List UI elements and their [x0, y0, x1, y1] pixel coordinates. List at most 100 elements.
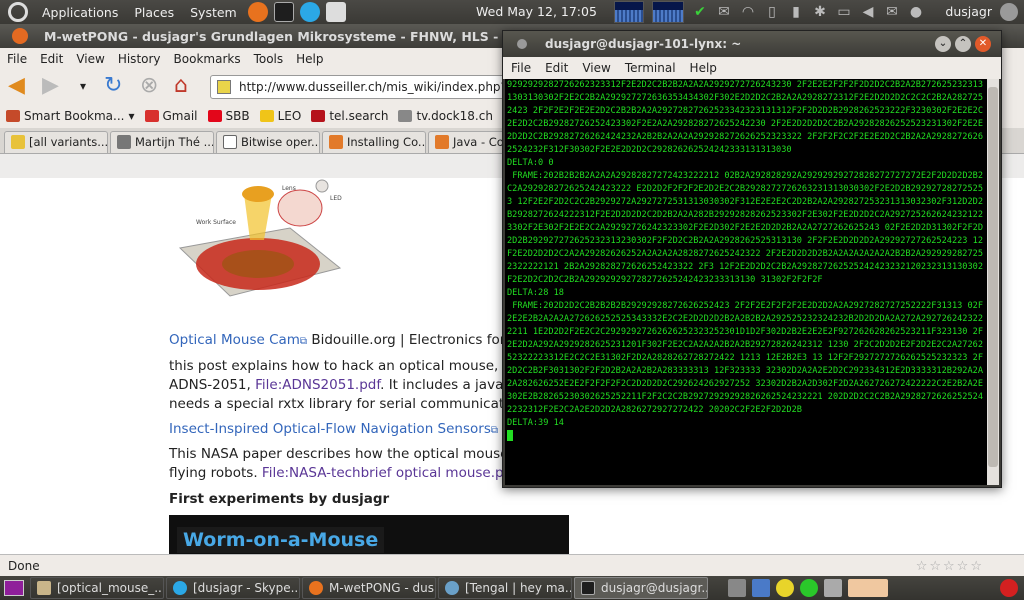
show-desktop-icon[interactable] [4, 580, 24, 596]
tab-installing[interactable]: Installing Co... [322, 131, 426, 153]
trash-icon[interactable] [824, 579, 842, 597]
insect-optical-flow-link[interactable]: Insect-Inspired Optical-Flow Navigation … [169, 421, 491, 437]
adns2051-pdf-link[interactable]: File:ADNS2051.pdf [255, 377, 380, 393]
terminal-launcher-icon[interactable] [273, 2, 294, 22]
task-firefox[interactable]: M-wetPONG - dus... [302, 577, 436, 599]
back-icon[interactable]: ◀ [8, 74, 25, 98]
tab-bitwise[interactable]: Bitwise oper... [216, 131, 320, 153]
tab-all-variants[interactable]: [all variants... [4, 131, 108, 153]
optical-mouse-cam-link[interactable]: Optical Mouse Cam [169, 332, 300, 348]
terminal-menu-terminal[interactable]: Terminal [625, 61, 676, 75]
close-icon[interactable]: ✕ [975, 36, 991, 52]
terminal-titlebar[interactable]: dusjagr@dusjagr-101-lynx: ~ ⌄ ⌃ ✕ [503, 31, 1001, 57]
firefox-icon [309, 581, 323, 595]
usb-icon[interactable]: ▯ [764, 4, 780, 20]
terminal-line: FRAME:202B2B2B2A2A2A29282827272423222212… [507, 171, 984, 285]
tab-martijn[interactable]: Martijn Thé ... [110, 131, 214, 153]
bookmark-sbb[interactable]: SBB [207, 109, 250, 123]
menu-tools[interactable]: Tools [249, 52, 292, 66]
mail-icon[interactable]: ✉ [716, 4, 732, 20]
pd-launcher-icon[interactable] [325, 2, 346, 22]
bookmark-leo[interactable]: LEO [259, 109, 301, 123]
volume-icon[interactable]: ◀ [860, 4, 876, 20]
bottom-panel: [optical_mouse_... [dusjagr - Skype... M… [0, 576, 1024, 600]
firefox-launcher-icon[interactable] [247, 2, 268, 22]
wifi-icon[interactable]: ◠ [740, 4, 756, 20]
terminal-scrollbar[interactable] [987, 79, 999, 485]
terminal-menu-edit[interactable]: Edit [545, 61, 568, 75]
scrollbar-thumb[interactable] [988, 87, 998, 467]
tab-favicon-icon [117, 135, 131, 149]
reload-icon[interactable]: ↻ [104, 74, 122, 98]
power-icon[interactable] [1000, 3, 1018, 21]
forward-icon[interactable]: ▶ [42, 74, 59, 98]
paragraph-1-line-1: this post explains how to hack an optica… [169, 358, 519, 374]
menu-view[interactable]: View [71, 52, 112, 66]
link-line-2: Insect-Inspired Optical-Flow Navigation … [169, 421, 512, 437]
update-icon[interactable]: ✔ [692, 4, 708, 20]
menu-applications[interactable]: Applications [34, 5, 126, 20]
yellow-status-icon[interactable] [776, 579, 794, 597]
keyboard-icon[interactable] [728, 579, 746, 597]
terminal-menu-file[interactable]: File [511, 61, 531, 75]
menu-system[interactable]: System [182, 5, 245, 20]
bookmark-gmail[interactable]: Gmail [144, 109, 198, 123]
skype-launcher-icon[interactable] [299, 2, 320, 22]
paragraph-2-line-1: This NASA paper describes how the optica… [169, 446, 520, 462]
sbb-icon [207, 110, 222, 122]
url-bar[interactable]: http://www.dusseiller.ch/mis_wiki/index.… [210, 75, 510, 99]
site-identity-icon[interactable] [217, 80, 231, 94]
task-tengal[interactable]: [Tengal | hey ma... [438, 577, 572, 599]
clock[interactable]: Wed May 12, 17:05 [476, 4, 597, 19]
menu-edit[interactable]: Edit [35, 52, 71, 66]
bookmark-tv-dock18[interactable]: tv.dock18.ch [398, 109, 493, 123]
pidgin-icon [445, 581, 459, 595]
terminal-output[interactable]: 9292929282726262323312F2E2D2C2B2B2A2A2A2… [505, 79, 987, 485]
workspace-switcher-icon[interactable] [752, 579, 770, 597]
link-line-1: Optical Mouse Cam⧉ Bidouille.org | Elect… [169, 332, 515, 348]
external-link-icon: ⧉ [299, 336, 308, 347]
green-status-icon[interactable] [800, 579, 818, 597]
messages-icon[interactable]: ✉ [884, 4, 900, 20]
nasa-techbrief-pdf-link[interactable]: File:NASA-techbrief optical mouse.pdf [262, 465, 517, 481]
terminal-menubar: File Edit View Terminal Help [503, 57, 1001, 79]
terminal-menu-help[interactable]: Help [690, 61, 717, 75]
chat-icon[interactable]: ● [908, 4, 924, 20]
task-terminal[interactable]: dusjagr@dusjagr... [574, 577, 708, 599]
url-text: http://www.dusseiller.ch/mis_wiki/index.… [239, 80, 510, 94]
home-icon[interactable]: ⌂ [174, 74, 188, 98]
display-icon[interactable]: ▭ [836, 4, 852, 20]
record-icon[interactable] [1000, 579, 1018, 597]
para1-text-b: . It includes a java p [380, 377, 517, 393]
ubuntu-logo-icon[interactable] [8, 2, 28, 22]
external-link-icon: ⧉ [490, 425, 498, 436]
network-monitor-icon[interactable] [652, 1, 684, 23]
system-monitor-icon[interactable] [614, 1, 644, 23]
task-optical-mouse[interactable]: [optical_mouse_... [30, 577, 164, 599]
rating-stars-icon[interactable]: ☆☆☆☆☆ [916, 559, 984, 574]
menu-bookmarks[interactable]: Bookmarks [169, 52, 249, 66]
terminal-line: 9292929282726262323312F2E2D2C2B2B2A2A2A2… [507, 80, 983, 155]
terminal-line: DELTA:28 18 [507, 288, 564, 298]
stop-icon[interactable]: ⊗ [140, 74, 158, 98]
menu-file[interactable]: File [2, 52, 35, 66]
terminal-menu-view[interactable]: View [582, 61, 610, 75]
embedded-video[interactable]: Worm-on-a-Mouse from dusjagr [169, 515, 569, 554]
battery-icon[interactable]: ▮ [788, 4, 804, 20]
menu-history[interactable]: History [113, 52, 169, 66]
menu-help[interactable]: Help [291, 52, 331, 66]
note-icon[interactable] [848, 579, 888, 597]
history-dropdown-icon[interactable]: ▾ [80, 74, 86, 98]
tab-label: Java - Co [453, 135, 504, 149]
bookmark-tel-search[interactable]: tel.search [311, 109, 388, 123]
menu-places[interactable]: Places [126, 5, 182, 20]
paragraph-1-line-2: ADNS-2051, File:ADNS2051.pdf. It include… [169, 377, 516, 393]
video-title[interactable]: Worm-on-a-Mouse [177, 527, 385, 553]
bluetooth-icon[interactable]: ✱ [812, 4, 828, 20]
maximize-icon[interactable]: ⌃ [955, 36, 971, 52]
minimize-icon[interactable]: ⌄ [935, 36, 951, 52]
user-menu[interactable]: dusjagr [945, 4, 992, 19]
task-skype[interactable]: [dusjagr - Skype... [166, 577, 300, 599]
optical-mouse-illustration: Lens LED Work Surface [178, 179, 342, 297]
bookmark-smart-bookmarks[interactable]: Smart Bookma... ▾ [6, 109, 135, 123]
